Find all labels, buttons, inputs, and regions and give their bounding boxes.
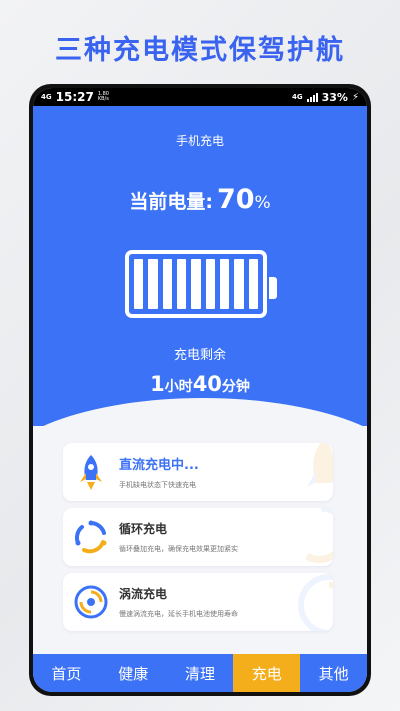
status-bar: 4G 15:27 1.80 KB/s 4G 33% ⚡	[33, 88, 367, 106]
mode-card-vortex[interactable]: 涡流充电 慢速涡流充电，延长手机电池使用寿命	[63, 573, 333, 631]
phone-frame: 4G 15:27 1.80 KB/s 4G 33% ⚡ 手机充电 当前电量: 7	[29, 84, 371, 696]
phone-screen: 4G 15:27 1.80 KB/s 4G 33% ⚡ 手机充电 当前电量: 7	[33, 88, 367, 692]
vortex-watermark-icon	[298, 574, 333, 631]
level-value: 70	[216, 184, 255, 215]
level-label: 当前电量:	[129, 191, 213, 213]
bottom-tab-bar: 首页 健康 清理 充电 其他	[33, 654, 367, 692]
remain-label: 充电剩余	[173, 348, 226, 363]
tab-clean[interactable]: 清理	[167, 654, 234, 692]
promo-title: 三种充电模式保驾护航	[55, 35, 345, 66]
remain-time: 1小时40分钟	[33, 372, 367, 396]
remain-hours-unit: 小时	[164, 379, 193, 395]
battery-icon	[125, 250, 267, 318]
mode-card-cycle[interactable]: 循环充电 循环叠加充电，确保充电效果更加紧实	[63, 508, 333, 566]
level-unit: %	[254, 193, 271, 213]
tab-home[interactable]: 首页	[33, 654, 100, 692]
signal-icon	[306, 92, 318, 102]
tab-charge[interactable]: 充电	[233, 654, 301, 692]
tab-health[interactable]: 健康	[100, 654, 167, 692]
remain-minutes-unit: 分钟	[221, 379, 250, 395]
battery-level: 当前电量: 70 %	[33, 184, 367, 215]
rocket-icon	[63, 443, 119, 501]
mode-card-dc[interactable]: 直流充电中... 手机缺电状态下快速充电	[63, 443, 333, 501]
charge-hero: 手机充电 当前电量: 70 % 充电剩余 1小时40分钟	[33, 106, 367, 478]
cycle-watermark-icon	[305, 508, 333, 563]
speed-unit: KB/s	[97, 96, 109, 102]
cycle-icon	[63, 508, 119, 566]
bolt-icon: ⚡	[351, 91, 359, 103]
rocket-watermark-icon	[307, 443, 333, 487]
right-network-tag: 4G	[292, 92, 303, 101]
tab-other[interactable]: 其他	[300, 654, 367, 692]
status-time: 15:27	[55, 90, 94, 104]
battery-percent: 33%	[321, 90, 348, 104]
remain-minutes: 40	[192, 372, 222, 396]
battery-cap	[269, 277, 277, 299]
network-speed: 1.80 KB/s	[98, 92, 112, 102]
hero-subtitle: 手机充电	[175, 134, 224, 148]
remain-hours: 1	[150, 372, 165, 396]
network-tag: 4G	[41, 92, 52, 101]
vortex-icon	[63, 573, 119, 631]
